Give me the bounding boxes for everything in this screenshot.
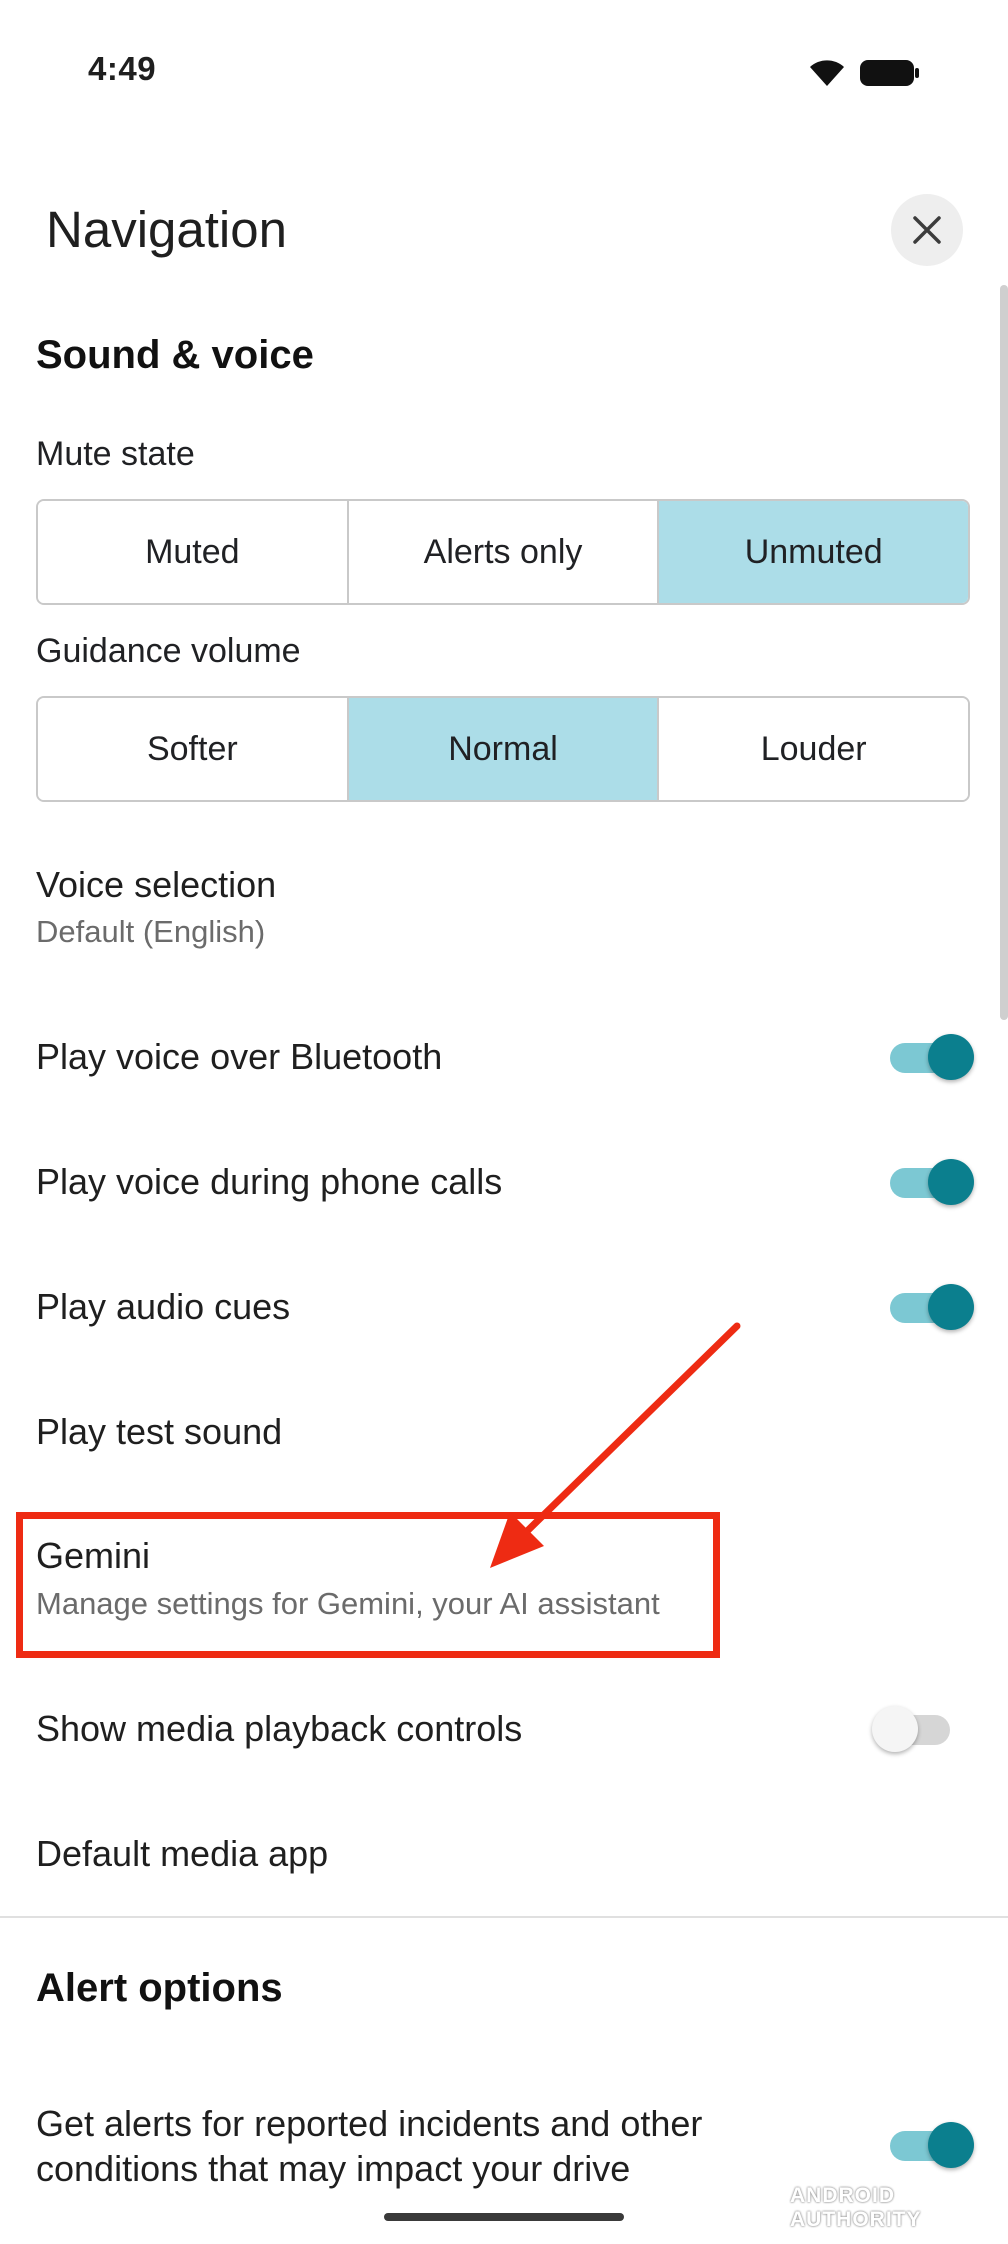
status-bar: 4:49 bbox=[0, 0, 1008, 150]
default-media-app[interactable]: Default media app bbox=[36, 1833, 328, 1875]
guidance-volume-selector: Softer Normal Louder bbox=[36, 696, 970, 802]
media-controls-toggle[interactable] bbox=[872, 1705, 956, 1753]
section-heading-sound-voice: Sound & voice bbox=[36, 333, 314, 377]
phone-calls-voice-toggle[interactable] bbox=[890, 1158, 974, 1206]
mute-state-label: Mute state bbox=[36, 435, 195, 473]
page-title: Navigation bbox=[46, 201, 287, 258]
segment-muted[interactable]: Muted bbox=[38, 501, 349, 603]
audio-cues-toggle[interactable] bbox=[890, 1283, 974, 1331]
segment-louder[interactable]: Louder bbox=[659, 698, 968, 800]
segment-softer[interactable]: Softer bbox=[38, 698, 349, 800]
bluetooth-voice-toggle[interactable] bbox=[890, 1033, 974, 1081]
media-controls-label: Show media playback controls bbox=[36, 1708, 523, 1749]
wifi-icon bbox=[810, 60, 844, 86]
close-icon bbox=[913, 216, 941, 244]
audio-cues-label: Play audio cues bbox=[36, 1286, 291, 1327]
play-test-sound[interactable]: Play test sound bbox=[36, 1411, 282, 1453]
home-indicator[interactable] bbox=[384, 2213, 624, 2221]
incidents-alert-line1: Get alerts for reported incidents and ot… bbox=[36, 2103, 703, 2144]
scrollbar[interactable] bbox=[1000, 285, 1008, 1020]
segment-normal[interactable]: Normal bbox=[348, 698, 660, 800]
watermark-logo: ANDROID AUTHORITY bbox=[790, 2184, 922, 2231]
mute-state-selector: Muted Alerts only Unmuted bbox=[36, 499, 970, 605]
voice-selection-value: Default (English) bbox=[36, 914, 266, 949]
guidance-volume-label: Guidance volume bbox=[36, 632, 301, 670]
segment-alerts-only[interactable]: Alerts only bbox=[348, 501, 660, 603]
close-button[interactable] bbox=[891, 194, 963, 266]
bluetooth-voice-label: Play voice over Bluetooth bbox=[36, 1036, 443, 1077]
phone-calls-voice-label: Play voice during phone calls bbox=[36, 1161, 503, 1202]
section-divider bbox=[0, 1916, 1008, 1918]
annotation-highlight-box bbox=[16, 1512, 720, 1658]
battery-icon bbox=[860, 60, 919, 86]
section-heading-alert-options: Alert options bbox=[36, 1966, 283, 2010]
incidents-alert-toggle[interactable] bbox=[890, 2121, 974, 2169]
status-time: 4:49 bbox=[88, 50, 157, 87]
segment-unmuted[interactable]: Unmuted bbox=[659, 501, 968, 603]
incidents-alert-line2: conditions that may impact your drive bbox=[36, 2148, 631, 2189]
voice-selection-title[interactable]: Voice selection bbox=[36, 864, 276, 906]
